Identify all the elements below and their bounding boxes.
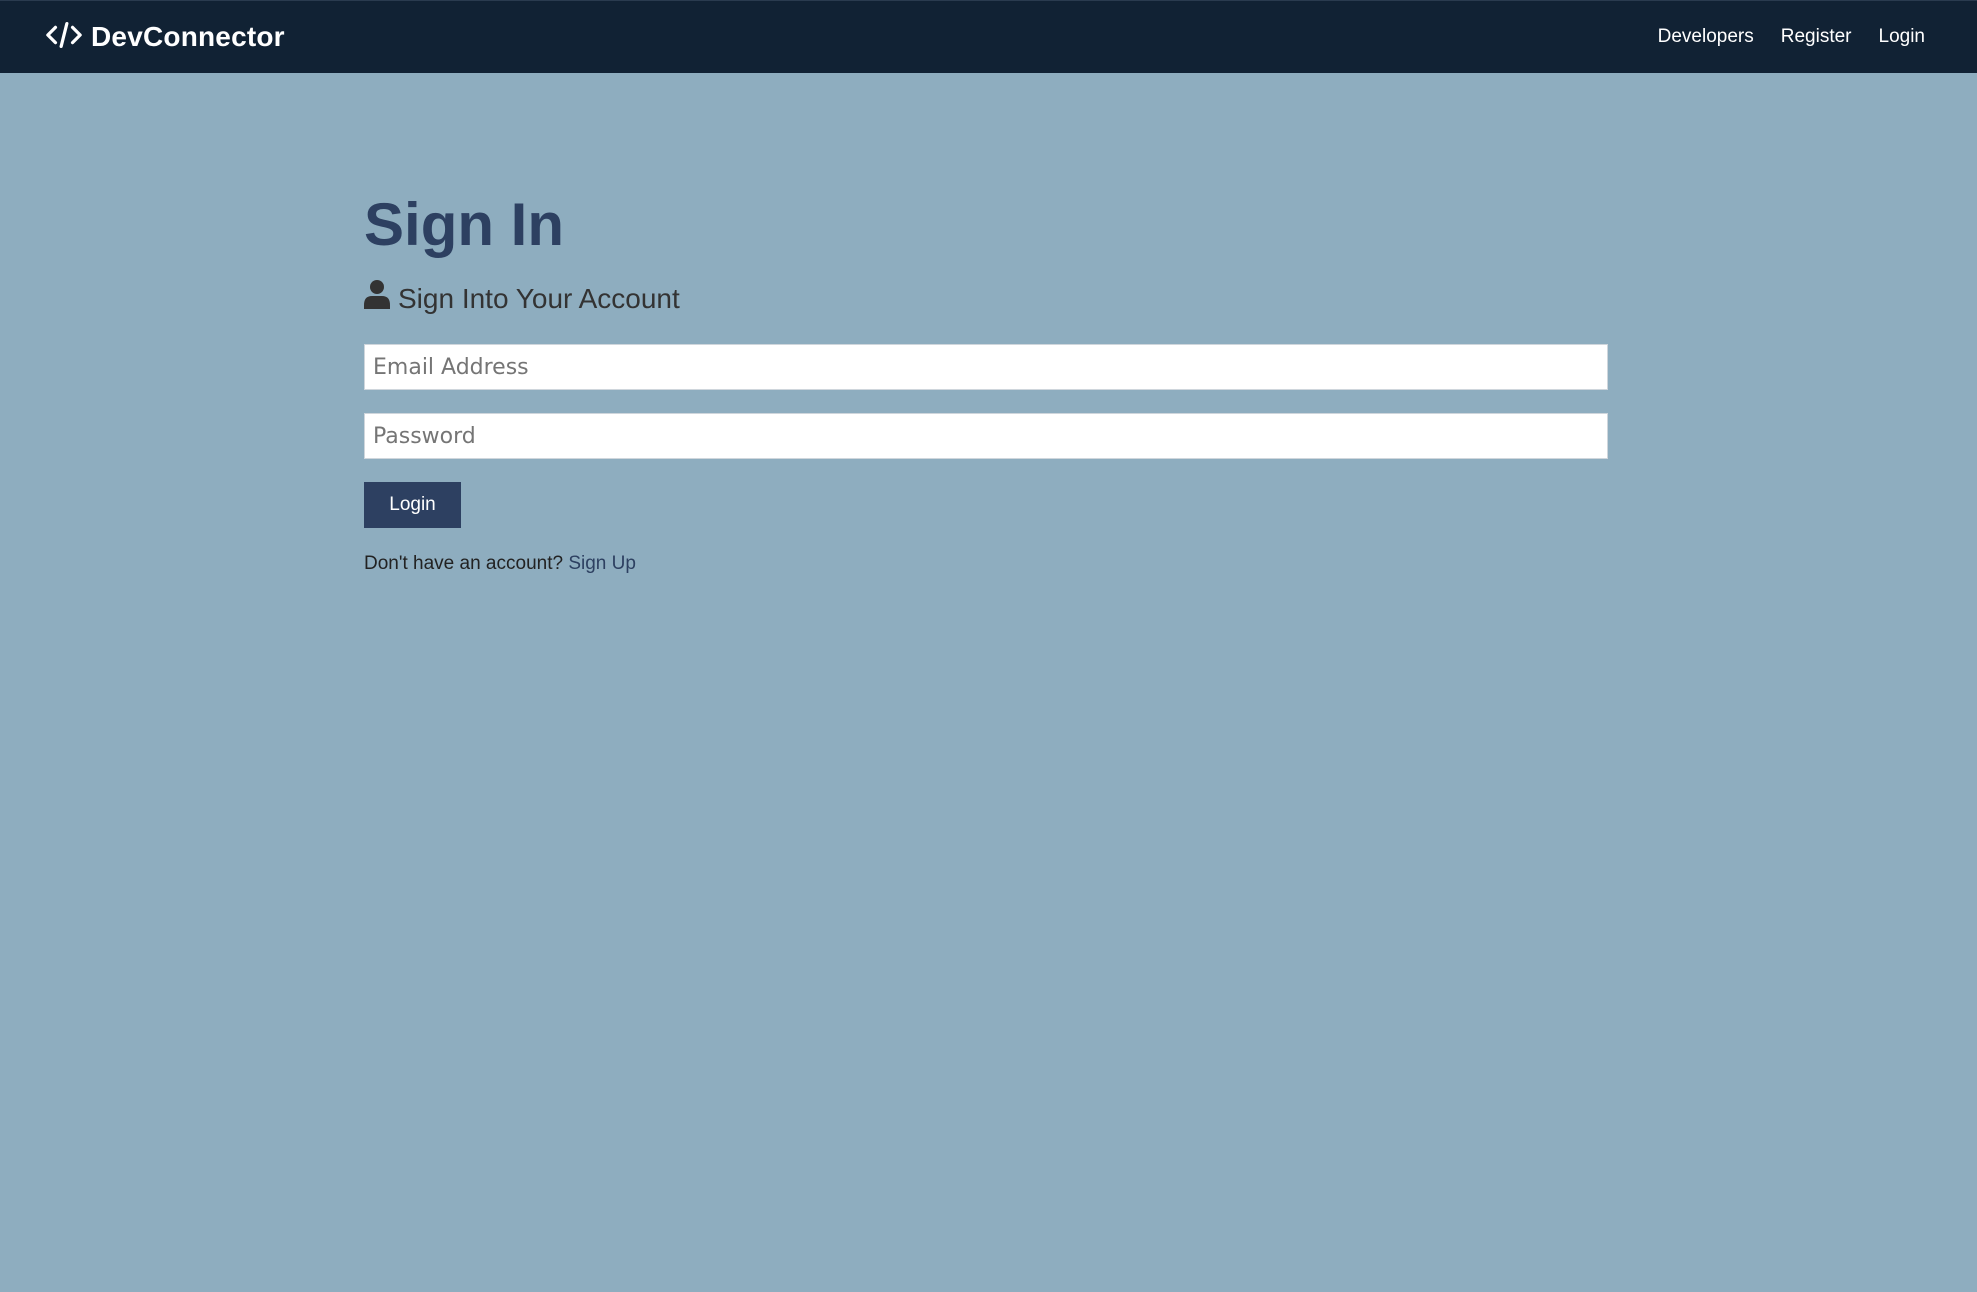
nav-links: Developers Register Login <box>1658 25 1925 49</box>
sign-in-section: Sign In Sign Into Your Account Login Don… <box>364 185 1608 595</box>
lead-label: Sign Into Your Account <box>398 282 680 314</box>
signup-link[interactable]: Sign Up <box>568 553 636 574</box>
login-button[interactable]: Login <box>364 482 461 528</box>
nav-link-developers[interactable]: Developers <box>1658 25 1754 49</box>
signup-prompt: Don't have an account? Sign Up <box>364 552 1608 576</box>
code-icon <box>45 20 91 55</box>
brand-name: DevConnector <box>91 21 285 52</box>
signup-prompt-text: Don't have an account? <box>364 553 564 574</box>
login-form: Login <box>364 344 1608 528</box>
lead-text: Sign Into Your Account <box>364 279 1608 318</box>
nav-link-login[interactable]: Login <box>1879 25 1926 49</box>
page-title: Sign In <box>364 191 564 258</box>
email-field[interactable] <box>364 344 1608 390</box>
navbar: DevConnector Developers Register Login <box>0 0 1977 73</box>
user-icon <box>364 279 398 318</box>
nav-link-register[interactable]: Register <box>1781 25 1852 49</box>
brand-link[interactable]: DevConnector <box>45 19 285 55</box>
password-field[interactable] <box>364 413 1608 459</box>
